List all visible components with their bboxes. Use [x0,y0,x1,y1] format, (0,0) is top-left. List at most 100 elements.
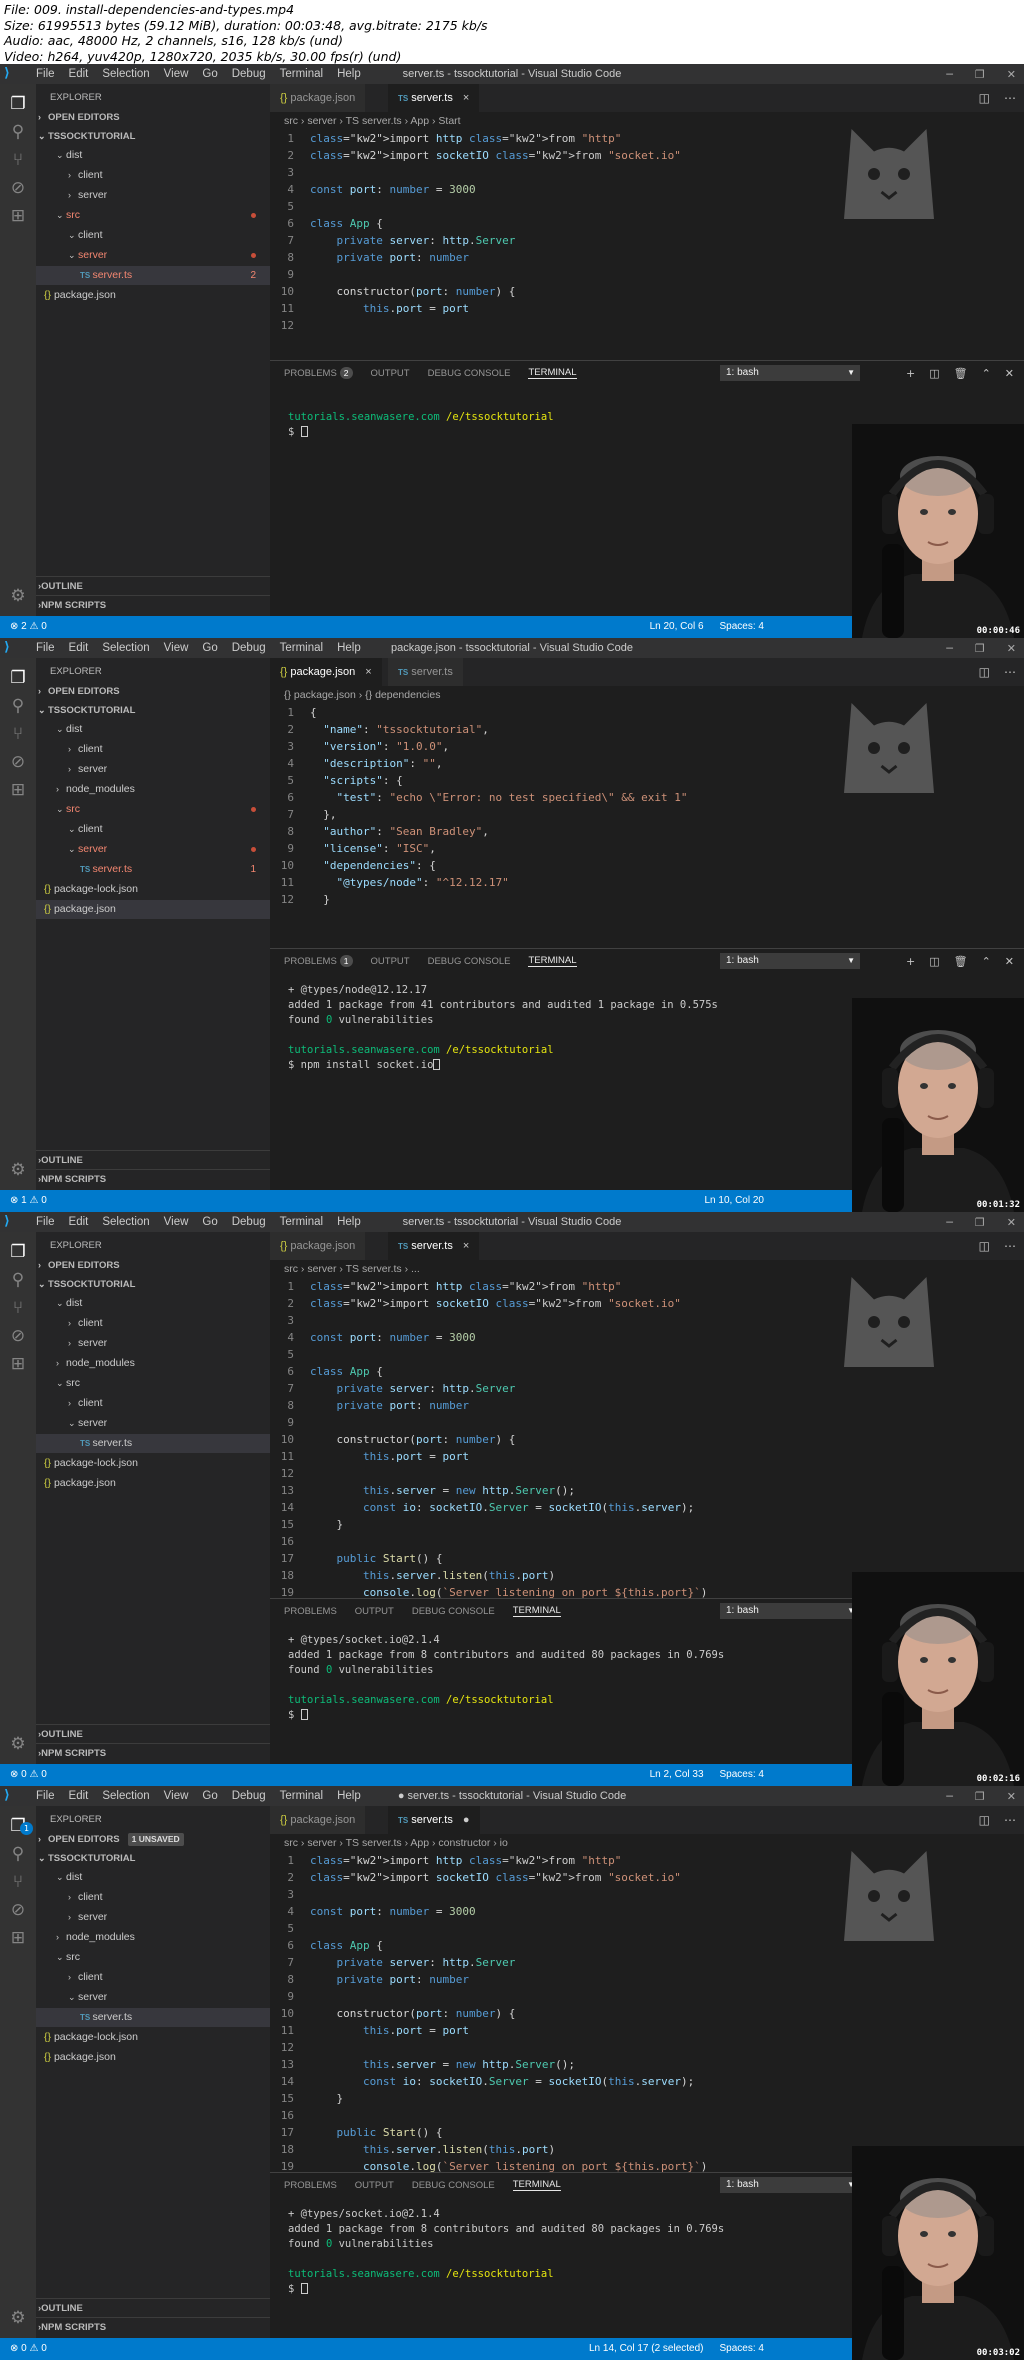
cursor-position-status[interactable]: Ln 2, Col 33 Spaces: 4 [634,1764,764,1786]
tree-item[interactable]: {} package-lock.json [36,880,270,899]
files-icon[interactable]: ❐ [6,92,30,116]
search-icon[interactable]: ⚲ [6,1268,30,1292]
search-icon[interactable]: ⚲ [6,1842,30,1866]
close-panel-icon[interactable]: ✕ [1005,955,1014,968]
panel-tab[interactable]: PROBLEMS 1 [284,955,353,967]
tree-item[interactable]: TS server.ts [36,1434,270,1453]
tree-item[interactable]: ⌄ server [36,1988,270,2007]
project-section[interactable]: ⌄ TSSOCKTUTORIAL [36,1275,270,1294]
tree-item[interactable]: {} package.json [36,900,270,919]
status-item[interactable]: Ln 2, Col 33 [650,1769,704,1780]
tree-item[interactable]: › client [36,1888,270,1907]
terminal-output[interactable]: tutorials.seanwasere.com /e/tssocktutori… [288,395,554,440]
close-tab-icon[interactable]: × [365,666,371,678]
editor-tab[interactable]: {} package.json × [270,658,382,686]
open-editors-section[interactable]: › OPEN EDITORS [36,1256,270,1275]
editor-tab[interactable]: TS server.ts ● [388,1806,480,1834]
close-tab-icon[interactable]: × [463,1240,469,1252]
close-tab-icon[interactable]: × [463,92,469,104]
new-terminal-icon[interactable]: + [906,955,915,968]
project-section[interactable]: ⌄ TSSOCKTUTORIAL [36,127,270,146]
cursor-position-status[interactable]: Ln 14, Col 17 (2 selected) Spaces: 4 [573,2338,764,2360]
files-icon[interactable]: ❐ [6,666,30,690]
source-control-icon[interactable]: ⑂ [6,148,30,172]
tree-item[interactable]: ⌄ src [36,206,270,225]
outline-section[interactable]: ›OUTLINE [36,576,270,595]
panel-tab[interactable]: TERMINAL [512,1605,561,1617]
editor-tab[interactable]: {} package.json [270,84,366,112]
tree-item[interactable]: › server [36,1908,270,1927]
maximize-panel-icon[interactable]: ⌃ [982,367,991,380]
terminal-select[interactable]: 1: bash▼ [720,2177,860,2193]
tree-item[interactable]: {} package.json [36,2048,270,2067]
npm-scripts-section[interactable]: ›NPM SCRIPTS [36,1169,270,1188]
tree-item[interactable]: › node_modules [36,1354,270,1373]
tree-item[interactable]: ⌄ dist [36,1294,270,1313]
open-editors-section[interactable]: › OPEN EDITORS [36,682,270,701]
tree-item[interactable]: TS server.ts 2 [36,266,270,285]
debug-icon[interactable]: ⊘ [6,1324,30,1348]
terminal-select[interactable]: 1: bash▼ [720,1603,860,1619]
panel-tab[interactable]: PROBLEMS 2 [284,367,353,379]
problems-status[interactable]: ⊗ 2 ⚠ 0 [10,616,47,638]
split-editor-icon[interactable]: ◫ [979,1813,990,1827]
minimize-icon[interactable]: ─ [946,68,953,81]
tree-item[interactable]: ⌄ server [36,246,270,265]
cursor-position-status[interactable]: Ln 20, Col 6 Spaces: 4 [634,616,764,638]
close-icon[interactable]: ✕ [1007,642,1016,655]
panel-tab[interactable]: TERMINAL [528,367,577,379]
editor-tab[interactable]: {} package.json [270,1806,366,1834]
outline-section[interactable]: ›OUTLINE [36,2298,270,2317]
npm-scripts-section[interactable]: ›NPM SCRIPTS [36,2317,270,2336]
panel-tab[interactable]: TERMINAL [512,2179,561,2191]
panel-tab[interactable]: PROBLEMS [284,1606,337,1617]
more-actions-icon[interactable]: ⋯ [1004,1239,1016,1253]
tree-item[interactable]: ⌄ dist [36,720,270,739]
project-section[interactable]: ⌄ TSSOCKTUTORIAL [36,1849,270,1868]
open-editors-section[interactable]: › OPEN EDITORS 1 UNSAVED [36,1830,270,1849]
tree-item[interactable]: › node_modules [36,780,270,799]
search-icon[interactable]: ⚲ [6,120,30,144]
tree-item[interactable]: {} package-lock.json [36,1454,270,1473]
panel-tab[interactable]: OUTPUT [355,1606,394,1617]
settings-gear-icon[interactable]: ⚙ [6,1732,30,1756]
settings-gear-icon[interactable]: ⚙ [6,1158,30,1182]
debug-icon[interactable]: ⊘ [6,1898,30,1922]
panel-tab[interactable]: DEBUG CONSOLE [412,2180,495,2191]
extensions-icon[interactable]: ⊞ [6,204,30,228]
tree-item[interactable]: › client [36,1314,270,1333]
split-editor-icon[interactable]: ◫ [979,1239,990,1253]
close-icon[interactable]: ✕ [1007,1790,1016,1803]
maximize-icon[interactable]: ❐ [975,1216,985,1229]
panel-tab[interactable]: TERMINAL [528,955,577,967]
panel-tab[interactable]: PROBLEMS [284,2180,337,2191]
split-editor-icon[interactable]: ◫ [979,665,990,679]
tree-item[interactable]: › client [36,166,270,185]
tree-item[interactable]: ⌄ dist [36,1868,270,1887]
tree-item[interactable]: › client [36,740,270,759]
tree-item[interactable]: ⌄ server [36,840,270,859]
source-control-icon[interactable]: ⑂ [6,1296,30,1320]
editor-tab[interactable]: TS server.ts × [388,1232,480,1260]
tree-item[interactable]: {} package.json [36,286,270,305]
files-icon[interactable]: ❐ [6,1240,30,1264]
panel-tab[interactable]: OUTPUT [355,2180,394,2191]
panel-tab[interactable]: DEBUG CONSOLE [428,956,511,967]
tree-item[interactable]: › node_modules [36,1928,270,1947]
npm-scripts-section[interactable]: ›NPM SCRIPTS [36,1743,270,1762]
panel-tab[interactable]: DEBUG CONSOLE [412,1606,495,1617]
minimize-icon[interactable]: ─ [946,1216,953,1229]
tree-item[interactable]: ⌄ client [36,820,270,839]
tree-item[interactable]: › server [36,1334,270,1353]
tree-item[interactable]: ⌄ src [36,1374,270,1393]
editor-tab[interactable]: TS server.ts × [388,84,480,112]
status-item[interactable]: Spaces: 4 [720,621,764,632]
terminal-output[interactable]: + @types/node@12.12.17 added 1 package fr… [288,983,718,1073]
unsaved-dot-icon[interactable]: ● [463,1814,470,1826]
more-actions-icon[interactable]: ⋯ [1004,91,1016,105]
tree-item[interactable]: ⌄ src [36,800,270,819]
outline-section[interactable]: ›OUTLINE [36,1150,270,1169]
maximize-icon[interactable]: ❐ [975,68,985,81]
cursor-position-status[interactable]: Ln 10, Col 20 [689,1190,765,1212]
terminal-output[interactable]: + @types/socket.io@2.1.4 added 1 package … [288,2207,724,2297]
